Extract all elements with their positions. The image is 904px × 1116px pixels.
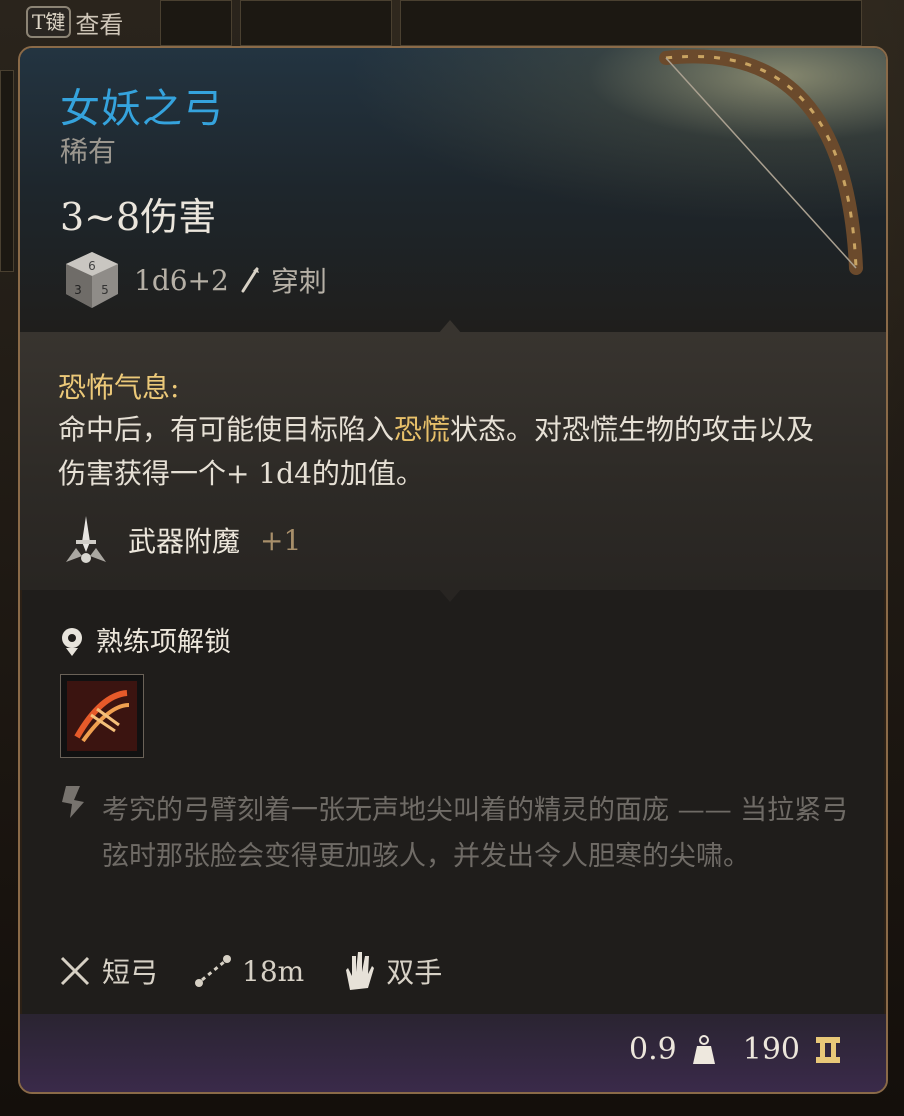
passive-title: 恐怖气息: [58, 371, 180, 404]
inventory-slot[interactable] [240, 0, 392, 46]
weapon-type: 短弓 [102, 956, 159, 989]
item-tooltip: 女妖之弓 稀有 3~8伤害 6 3 5 1d6+2 穿刺 恐怖气息: 命中后，有… [18, 46, 888, 1094]
inventory-slot[interactable] [160, 0, 232, 46]
item-price: 190 [742, 1032, 800, 1067]
weapon-range: 18m [242, 954, 305, 988]
weapon-handedness: 双手 [386, 956, 443, 989]
range-stat: 18m [194, 954, 304, 988]
proficiency-label: 熟练项解锁 [96, 627, 231, 658]
weight-icon [692, 1034, 715, 1064]
section-divider-notch [438, 320, 462, 334]
item-name: 女妖之弓 [60, 86, 224, 132]
enchant-label: 武器附魔 [128, 525, 241, 558]
crossed-swords-icon [60, 956, 90, 986]
item-damage: 3~8伤害 [60, 195, 217, 239]
range-dotted-line-icon [195, 955, 232, 987]
bow-proficiency-icon[interactable] [60, 674, 144, 758]
frightened-keyword[interactable]: 恐慌 [394, 413, 450, 446]
damage-dice: 1d6+2 [134, 263, 229, 297]
d6-dice-icon: 6 3 5 [66, 252, 118, 308]
item-rarity: 稀有 [60, 135, 117, 168]
section-divider-notch [438, 588, 462, 602]
weapon-type-stat: 短弓 [58, 951, 158, 991]
piercing-arrow-icon [241, 267, 259, 293]
tooltip-footer: 0.9 190 [20, 1014, 886, 1092]
svg-text:5: 5 [101, 283, 109, 297]
bow-illustration-icon [659, 49, 863, 275]
hint-key: T键 [26, 6, 72, 38]
proficiency-gear-icon [62, 627, 82, 656]
enchant-value: +1 [260, 523, 302, 557]
quill-lore-icon [62, 786, 84, 818]
hand-icon [346, 952, 375, 990]
svg-text:6: 6 [88, 259, 96, 273]
enchantment-row: 武器附魔 +1 [58, 512, 301, 568]
proficiency-row: 熟练项解锁 [58, 620, 231, 659]
weight-price-row: 0.9 190 [629, 1032, 842, 1067]
damage-type: 穿刺 [270, 265, 327, 298]
passive-text-part1: 命中后，有可能使目标陷入 [58, 413, 395, 446]
passive-description: 命中后，有可能使目标陷入恐慌状态。对恐慌生物的攻击以及伤害获得一个+ 1d4的加… [58, 408, 818, 496]
inventory-slot[interactable] [0, 70, 14, 272]
hint-label: 查看 [75, 10, 124, 39]
damage-dice-row: 6 3 5 1d6+2 穿刺 [60, 248, 327, 312]
examine-hint[interactable]: T键 查看 [26, 4, 123, 40]
item-weight: 0.9 [629, 1032, 677, 1067]
weapon-stats-row: 短弓 18m 双手 [58, 950, 478, 992]
inventory-slot[interactable] [400, 0, 862, 46]
handedness-stat: 双手 [340, 950, 442, 992]
sword-enchant-icon [66, 516, 106, 563]
svg-text:3: 3 [74, 283, 82, 297]
lore-text: 考究的弓臂刻着一张无声地尖叫着的精灵的面庞 —— 当拉紧弓弦时那张脸会变得更加骇… [102, 795, 849, 872]
gold-coin-icon [816, 1036, 840, 1063]
